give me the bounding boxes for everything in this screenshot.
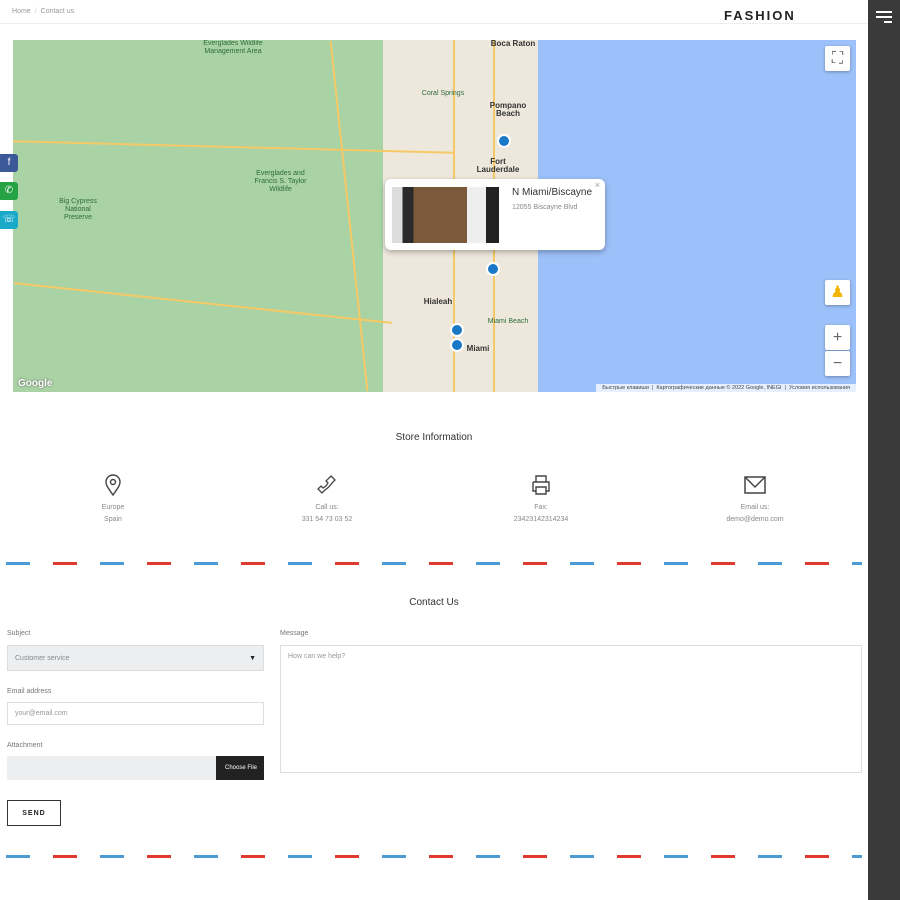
map-label: Fort Lauderdale (476, 157, 520, 174)
info-title: N Miami/Biscayne (512, 187, 593, 198)
message-label: Message (280, 630, 309, 637)
breadcrumb-home[interactable]: Home (12, 8, 31, 15)
map-attribution: Быстрые клавиши | Картографические данные … (596, 384, 856, 392)
map-label: Boca Raton (490, 40, 536, 48)
store-phone: Call us: 331 54 73 03 52 (267, 474, 387, 526)
side-rail (868, 0, 900, 900)
breadcrumb: Home / Contact us (12, 8, 75, 15)
store-email: Email us: demo@demo.com (695, 474, 815, 526)
printer-icon (532, 475, 550, 495)
store-location: Europe Spain (53, 474, 173, 526)
map-data-text: Картографические данные © 2022 Google, I… (656, 385, 782, 391)
store-info-title: Store Information (395, 432, 473, 443)
email-label: Email address (7, 688, 52, 695)
email-input[interactable]: your@email.com (7, 702, 264, 725)
logo[interactable]: FASHION (724, 8, 796, 23)
header: Home / Contact us FASHION (0, 0, 868, 24)
map-label: Hialeah (423, 297, 453, 306)
divider (6, 855, 862, 858)
attachment-input[interactable] (7, 756, 217, 780)
keyboard-shortcuts-link[interactable]: Быстрые клавиши (602, 385, 649, 391)
breadcrumb-current: Contact us (40, 8, 75, 15)
choose-file-button[interactable]: Choose File (216, 756, 264, 780)
map-marker[interactable] (450, 323, 464, 337)
contact-title: Contact Us (409, 597, 459, 608)
map-label: Everglades Wildlife Management Area (203, 40, 263, 55)
location-pin-icon (105, 474, 121, 496)
facebook-icon[interactable]: f (0, 154, 18, 172)
map-marker[interactable] (486, 262, 500, 276)
phone-icon (317, 475, 336, 494)
google-logo: Google (18, 378, 53, 389)
map-label: Everglades and Francis S. Taylor Wildlif… (254, 170, 307, 193)
terms-link[interactable]: Условия использования (789, 385, 850, 391)
info-address: 12055 Biscayne Blvd (512, 204, 578, 211)
street-view-pegman-icon[interactable]: ♟ (825, 280, 850, 305)
subject-label: Subject (7, 630, 31, 637)
subject-select[interactable]: Customer service ▼ (7, 645, 264, 671)
attachment-label: Attachment (7, 742, 43, 749)
close-icon[interactable]: × (595, 180, 600, 190)
store-photo (392, 187, 499, 243)
map-label: Big Cypress National Preserve (59, 198, 97, 221)
message-textarea[interactable]: How can we help? (280, 645, 862, 773)
map-info-window: N Miami/Biscayne 12055 Biscayne Blvd × (385, 179, 605, 250)
viber-icon[interactable]: ☏ (0, 211, 18, 229)
map-marker[interactable] (497, 134, 511, 148)
map-label: Miami Beach (487, 318, 529, 325)
zoom-in-button[interactable]: + (825, 325, 850, 350)
store-fax: Fax: 23423142314234 (481, 474, 601, 526)
caret-down-icon: ▼ (249, 654, 256, 662)
envelope-icon (744, 476, 766, 494)
menu-icon[interactable] (876, 8, 892, 26)
map-label: Pompano Beach (489, 101, 527, 118)
map-label: Coral Springs (421, 90, 465, 97)
whatsapp-icon[interactable]: ✆ (0, 182, 18, 200)
map-marker[interactable] (450, 338, 464, 352)
send-button[interactable]: SEND (7, 800, 61, 826)
fullscreen-button[interactable]: ⛶ (825, 46, 850, 71)
map[interactable]: Boca Raton Pompano Beach Fort Lauderdale… (13, 40, 856, 392)
zoom-out-button[interactable]: − (825, 351, 850, 376)
divider (6, 562, 862, 565)
